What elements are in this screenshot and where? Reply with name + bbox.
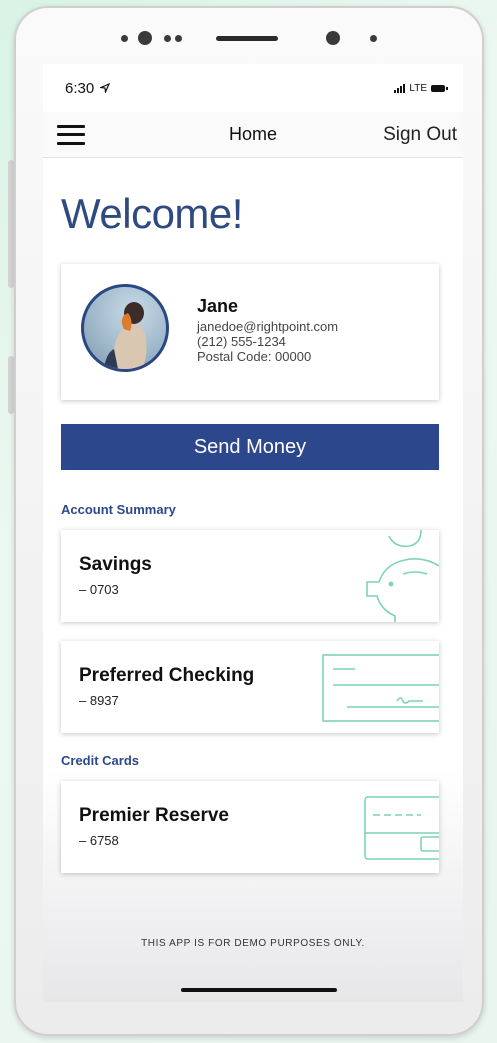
profile-info: Jane janedoe@rightpoint.com (212) 555-12… bbox=[197, 296, 338, 364]
credit-cards-label: Credit Cards bbox=[61, 753, 140, 768]
speaker-grille bbox=[216, 35, 278, 41]
profile-email: janedoe@rightpoint.com bbox=[197, 319, 339, 334]
status-time: 6:30 bbox=[65, 80, 111, 97]
send-money-button[interactable]: Send Money bbox=[61, 424, 439, 470]
device-top-bar bbox=[16, 8, 482, 68]
account-name: Savings bbox=[79, 554, 152, 575]
nav-bar: Home Sign Out bbox=[43, 112, 463, 158]
account-number: – 8937 bbox=[79, 693, 119, 708]
demo-disclaimer: THIS APP IS FOR DEMO PURPOSES ONLY. bbox=[141, 938, 365, 949]
account-name: Preferred Checking bbox=[79, 665, 255, 686]
status-bar: 6:30 LTE bbox=[43, 76, 463, 100]
sensor-dot bbox=[370, 34, 377, 42]
profile-phone: (212) 555-1234 bbox=[197, 334, 286, 349]
card-name: Premier Reserve bbox=[79, 805, 229, 826]
sensor-dot bbox=[138, 31, 152, 45]
battery-icon bbox=[431, 84, 448, 92]
check-icon bbox=[322, 654, 439, 722]
account-summary-label: Account Summary bbox=[61, 502, 176, 517]
account-card-preferred-checking[interactable]: Preferred Checking – 8937 bbox=[61, 641, 439, 733]
sensor-dot bbox=[121, 34, 128, 42]
account-card-savings[interactable]: Savings – 0703 bbox=[61, 530, 439, 622]
sensor-dot bbox=[175, 34, 182, 42]
menu-icon[interactable] bbox=[57, 124, 85, 145]
sensor-dot bbox=[164, 34, 171, 42]
signal-icon bbox=[394, 83, 406, 93]
home-indicator[interactable] bbox=[181, 988, 337, 992]
network-label: LTE bbox=[409, 82, 427, 94]
avatar bbox=[81, 284, 169, 372]
account-number: – 0703 bbox=[79, 582, 119, 597]
status-indicators: LTE bbox=[394, 82, 448, 94]
profile-postal-code: Postal Code: 00000 bbox=[197, 349, 312, 364]
location-arrow-icon bbox=[99, 82, 111, 94]
piggy-bank-icon bbox=[366, 530, 439, 622]
welcome-heading: Welcome! bbox=[61, 190, 243, 237]
credit-card-icon bbox=[364, 796, 439, 860]
credit-card-premier-reserve[interactable]: Premier Reserve – 6758 bbox=[61, 781, 439, 873]
profile-name: Jane bbox=[197, 296, 239, 316]
card-number: – 6758 bbox=[79, 833, 119, 848]
profile-card: Jane janedoe@rightpoint.com (212) 555-12… bbox=[61, 264, 439, 400]
avatar-photo bbox=[104, 302, 147, 369]
sign-out-button[interactable]: Sign Out bbox=[383, 124, 457, 146]
app-screen: 6:30 LTE Home Sign Out Welcome! Jane jan… bbox=[43, 64, 463, 1002]
front-camera bbox=[326, 31, 340, 45]
